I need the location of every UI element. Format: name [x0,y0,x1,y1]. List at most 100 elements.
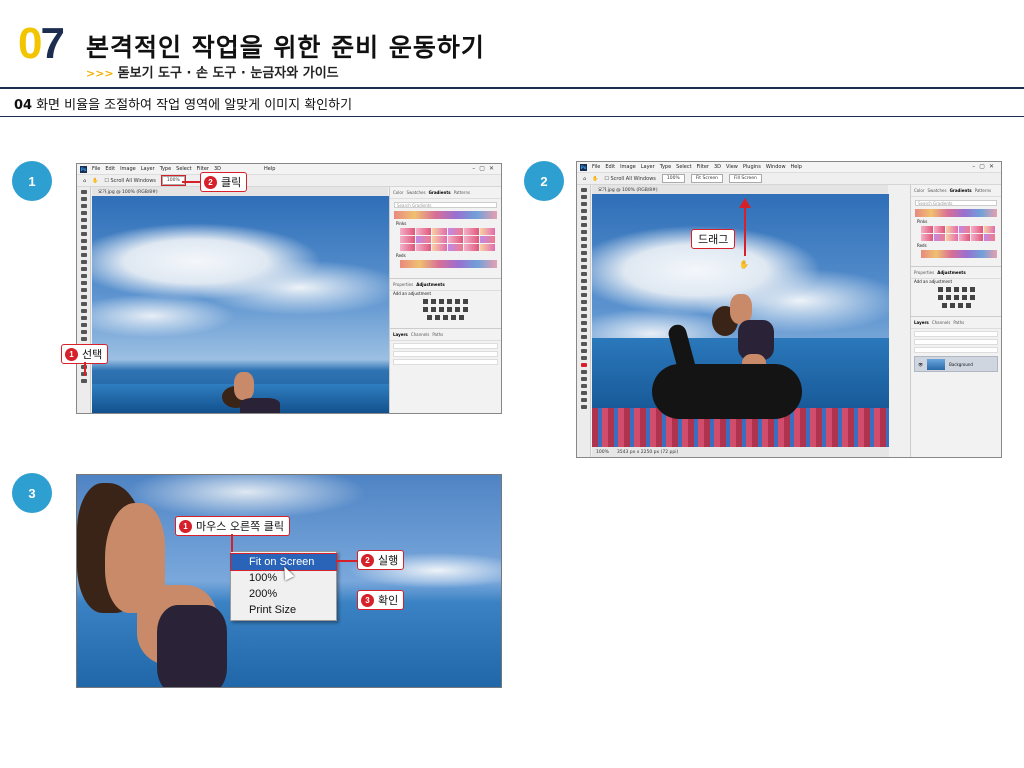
lock-row[interactable] [914,347,998,353]
hand-cursor-icon: ✋ [739,260,749,269]
home-icon[interactable]: ⌂ [83,178,86,184]
callout-select: 1 선택 [61,344,109,364]
menu-select[interactable]: Select [176,166,191,172]
menu-help[interactable]: Help [791,164,802,170]
menu-edit[interactable]: Edit [605,164,615,170]
tab-layers[interactable]: Layers [914,320,929,325]
search-gradients-input[interactable]: Search Gradients [394,202,497,208]
menu-3d[interactable]: 3D [714,164,721,170]
tab-layers[interactable]: Layers [393,332,408,337]
tab-channels[interactable]: Channels [932,320,951,325]
menu-item-200[interactable]: 200% [231,586,336,602]
menu-help[interactable]: Help [264,166,275,172]
menu-layer[interactable]: Layer [141,166,155,172]
blend-mode-row[interactable] [393,351,498,357]
blend-mode-row[interactable] [914,339,998,345]
adjustment-icons-row2[interactable] [911,295,1001,300]
adjustment-icons-row2[interactable] [390,307,501,312]
status-zoom[interactable]: 100% [596,450,609,455]
scroll-all-windows-checkbox[interactable]: ☐ Scroll All Windows [104,178,155,184]
document-tab[interactable]: 요가.jpg @ 100% (RGB/8#) [592,185,888,194]
callout-text: 마우스 오른쪽 클릭 [196,520,284,533]
menu-type[interactable]: Type [660,164,671,170]
tab-properties[interactable]: Properties [393,282,413,287]
toolbar [577,185,591,457]
menu-view[interactable]: View [726,164,738,170]
fill-screen-button[interactable]: Fill Screen [728,174,762,183]
group-reds[interactable]: Reds [390,253,501,258]
callout-number: 2 [361,553,374,567]
woman-top [240,398,280,413]
tab-patterns[interactable]: Patterns [454,190,470,195]
adjustment-icons-row3[interactable] [390,315,501,320]
eye-icon[interactable]: 👁 [918,362,923,367]
adjustment-icons[interactable] [390,299,501,304]
menu-filter[interactable]: Filter [697,164,709,170]
callout-text: 실행 [378,554,399,567]
tab-paths[interactable]: Paths [953,320,964,325]
tab-adjustments[interactable]: Adjustments [937,270,966,275]
hand-tool-icon[interactable]: ✋ [592,176,598,182]
tab-properties[interactable]: Properties [914,270,934,275]
canvas-step1[interactable] [92,196,389,413]
window-controls-icon[interactable]: –▢✕ [972,163,998,170]
layer-background-row[interactable]: 👁 Background [914,356,998,372]
menu-select[interactable]: Select [676,164,691,170]
lock-row[interactable] [393,359,498,365]
menu-layer[interactable]: Layer [641,164,655,170]
group-pinks[interactable]: Pinks [911,219,1001,224]
subtitle-arrows: >>> [86,67,114,80]
group-reds[interactable]: Reds [911,243,1001,248]
adjustment-icons-row3[interactable] [911,303,1001,308]
menu-plugins[interactable]: Plugins [743,164,761,170]
menu-image[interactable]: Image [620,164,636,170]
hand-tool-icon[interactable]: ✋ [92,178,98,184]
layer-filter-row[interactable] [393,343,498,349]
scroll-all-windows-label: Scroll All Windows [610,175,656,182]
menu-image[interactable]: Image [120,166,136,172]
photoshop-window-step2: Ps File Edit Image Layer Type Select Fil… [576,161,1002,458]
reds-row[interactable] [400,260,497,268]
callout-text: 선택 [82,348,103,361]
group-pinks[interactable]: Pinks [390,221,501,226]
reds-row[interactable] [921,250,997,258]
layers-panel-tabs: Layers Channels Paths [911,316,1001,329]
scroll-all-windows-checkbox[interactable]: ☐ Scroll All Windows [604,176,655,182]
gradient-swatch-row[interactable] [394,211,497,219]
layer-filter-row[interactable] [914,331,998,337]
layers-panel-tabs: Layers Channels Paths [390,328,501,341]
home-icon[interactable]: ⌂ [583,176,586,182]
search-gradients-input[interactable]: Search Gradients [915,200,997,206]
menu-file[interactable]: File [592,164,600,170]
fit-screen-button[interactable]: Fit Screen [690,174,723,183]
context-menu: Fit on Screen 100% 200% Print Size [230,551,337,621]
menu-item-print-size[interactable]: Print Size [231,602,336,618]
window-controls-icon[interactable]: –▢✕ [472,165,498,172]
tab-channels[interactable]: Channels [411,332,430,337]
menu-edit[interactable]: Edit [105,166,115,172]
gradient-grid[interactable] [400,228,495,251]
gradient-grid[interactable] [921,226,995,241]
options-bar: ⌂ ✋ ☐ Scroll All Windows 100% Fit Screen… [577,173,1001,185]
status-size: 3543 px x 2250 px (72 ppi) [616,449,679,455]
chapter-number-first-digit: 0 [18,19,43,68]
photoshop-logo-icon: Ps [80,165,87,173]
tab-gradients[interactable]: Gradients [429,190,451,195]
menu-file[interactable]: File [92,166,100,172]
gradient-swatch-row[interactable] [915,209,997,217]
callout-leader-line [84,362,86,376]
tab-adjustments[interactable]: Adjustments [416,282,445,287]
tab-color[interactable]: Color [393,190,403,195]
menu-window[interactable]: Window [766,164,786,170]
tab-paths[interactable]: Paths [432,332,443,337]
tab-swatches[interactable]: Swatches [406,190,425,195]
status-bar: 100% 3543 px x 2250 px (72 ppi) [592,447,889,457]
tab-color[interactable]: Color [914,188,924,193]
adjustment-icons[interactable] [911,287,1001,292]
zoom-100-button[interactable]: 100% [661,174,685,183]
tab-patterns[interactable]: Patterns [975,188,991,193]
tab-gradients[interactable]: Gradients [950,188,972,193]
canvas-step2[interactable] [592,194,889,448]
menu-type[interactable]: Type [160,166,171,172]
tab-swatches[interactable]: Swatches [927,188,946,193]
